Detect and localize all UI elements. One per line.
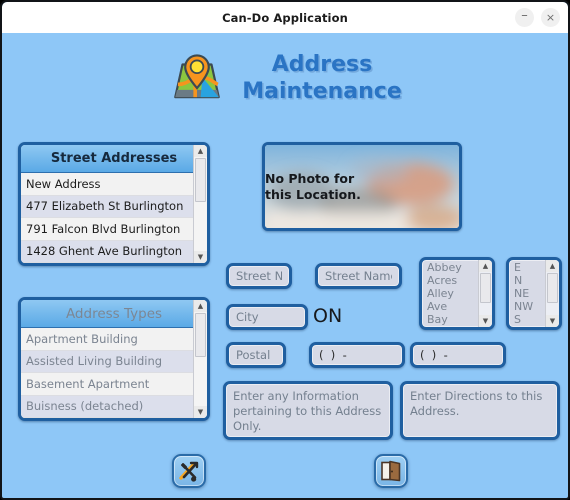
location-photo[interactable]: No Photo for this Location.	[262, 142, 462, 231]
phone-primary-input[interactable]	[309, 342, 405, 368]
street-type-rows: Abbey Acres Alley Ave Bay	[422, 260, 480, 326]
address-types-header: Address Types	[21, 300, 207, 328]
list-item[interactable]: E	[509, 261, 547, 274]
list-item[interactable]: 1428 Ghent Ave Burlington	[21, 240, 193, 263]
street-no-input[interactable]	[226, 263, 292, 289]
postal-input[interactable]	[226, 342, 286, 368]
scroll-down-icon[interactable]: ▼	[546, 315, 559, 327]
list-item[interactable]: 477 Elizabeth St Burlington	[21, 195, 193, 218]
list-item[interactable]: Apartment Building	[21, 328, 193, 351]
photo-text-line1: No Photo for	[265, 170, 355, 186]
list-item[interactable]: Alley	[422, 287, 480, 300]
photo-text-line2: this Location.	[265, 186, 361, 202]
address-types-rows: Apartment Building Assisted Living Build…	[21, 328, 193, 418]
direction-rows: E N NE NW S	[509, 260, 547, 326]
scroll-down-icon[interactable]: ▼	[479, 315, 492, 327]
list-item[interactable]: Basement Apartment	[21, 373, 193, 396]
title-bar: Can-Do Application – ×	[2, 2, 568, 33]
page-title: Address Maintenance	[242, 52, 402, 106]
list-item[interactable]: NE	[509, 287, 547, 300]
scroll-up-icon[interactable]: ▲	[194, 145, 207, 157]
scroll-up-icon[interactable]: ▲	[479, 260, 492, 272]
list-item[interactable]: N	[509, 274, 547, 287]
scroll-up-icon[interactable]: ▲	[546, 260, 559, 272]
address-information-textarea[interactable]	[223, 381, 393, 440]
list-item[interactable]: Ave	[422, 300, 480, 313]
list-item[interactable]: S	[509, 313, 547, 326]
list-item[interactable]: Acres	[422, 274, 480, 287]
list-item[interactable]: 791 Falcon Blvd Burlington	[21, 218, 193, 241]
street-type-listbox[interactable]: Abbey Acres Alley Ave Bay ▲ ▼	[419, 257, 495, 330]
exit-button[interactable]	[374, 454, 408, 488]
list-item[interactable]: Abbey	[422, 261, 480, 274]
city-input[interactable]	[226, 304, 308, 330]
street-name-input[interactable]	[315, 263, 402, 289]
photo-placeholder-text: No Photo for this Location.	[265, 145, 459, 228]
window-title: Can-Do Application	[222, 10, 348, 25]
list-item[interactable]: Bay	[422, 313, 480, 326]
page-title-line1: Address	[271, 52, 373, 78]
address-types-listbox[interactable]: Address Types Apartment Building Assiste…	[18, 297, 210, 421]
minimize-button[interactable]: –	[515, 8, 534, 27]
address-types-scrollbar[interactable]: ▲ ▼	[193, 300, 207, 418]
street-addresses-header: Street Addresses	[21, 145, 207, 173]
tools-button[interactable]	[172, 454, 206, 488]
street-addresses-listbox[interactable]: Street Addresses New Address 477 Elizabe…	[18, 142, 210, 266]
direction-listbox[interactable]: E N NE NW S ▲ ▼	[506, 257, 562, 330]
scroll-down-icon[interactable]: ▼	[194, 406, 207, 418]
scrollbar-thumb[interactable]	[195, 313, 206, 357]
direction-scrollbar[interactable]: ▲ ▼	[545, 260, 559, 327]
street-addresses-scrollbar[interactable]: ▲ ▼	[193, 145, 207, 263]
street-type-scrollbar[interactable]: ▲ ▼	[478, 260, 492, 327]
list-item[interactable]: Buisness (detached)	[21, 395, 193, 418]
scrollbar-thumb[interactable]	[547, 273, 558, 303]
page-header: Address Maintenance	[2, 33, 568, 125]
exit-door-icon	[381, 460, 401, 482]
list-item[interactable]: Assisted Living Building	[21, 350, 193, 373]
map-location-pin-icon	[174, 54, 221, 99]
page-title-line2: Maintenance	[242, 79, 402, 104]
scroll-up-icon[interactable]: ▲	[194, 300, 207, 312]
scroll-down-icon[interactable]: ▼	[194, 251, 207, 263]
close-button[interactable]: ×	[541, 8, 560, 27]
street-addresses-rows: New Address 477 Elizabeth St Burlington …	[21, 173, 193, 263]
scrollbar-thumb[interactable]	[480, 273, 491, 303]
tools-wrench-hammer-icon	[179, 461, 199, 482]
window-controls: – ×	[515, 2, 560, 33]
list-item[interactable]: NW	[509, 300, 547, 313]
address-directions-textarea[interactable]	[400, 381, 560, 440]
application-window: Can-Do Application – × Address Maintenan…	[0, 0, 570, 500]
scrollbar-thumb[interactable]	[195, 158, 206, 202]
province-value: ON	[313, 305, 343, 327]
list-item[interactable]: New Address	[21, 173, 193, 196]
phone-secondary-input[interactable]	[410, 342, 506, 368]
